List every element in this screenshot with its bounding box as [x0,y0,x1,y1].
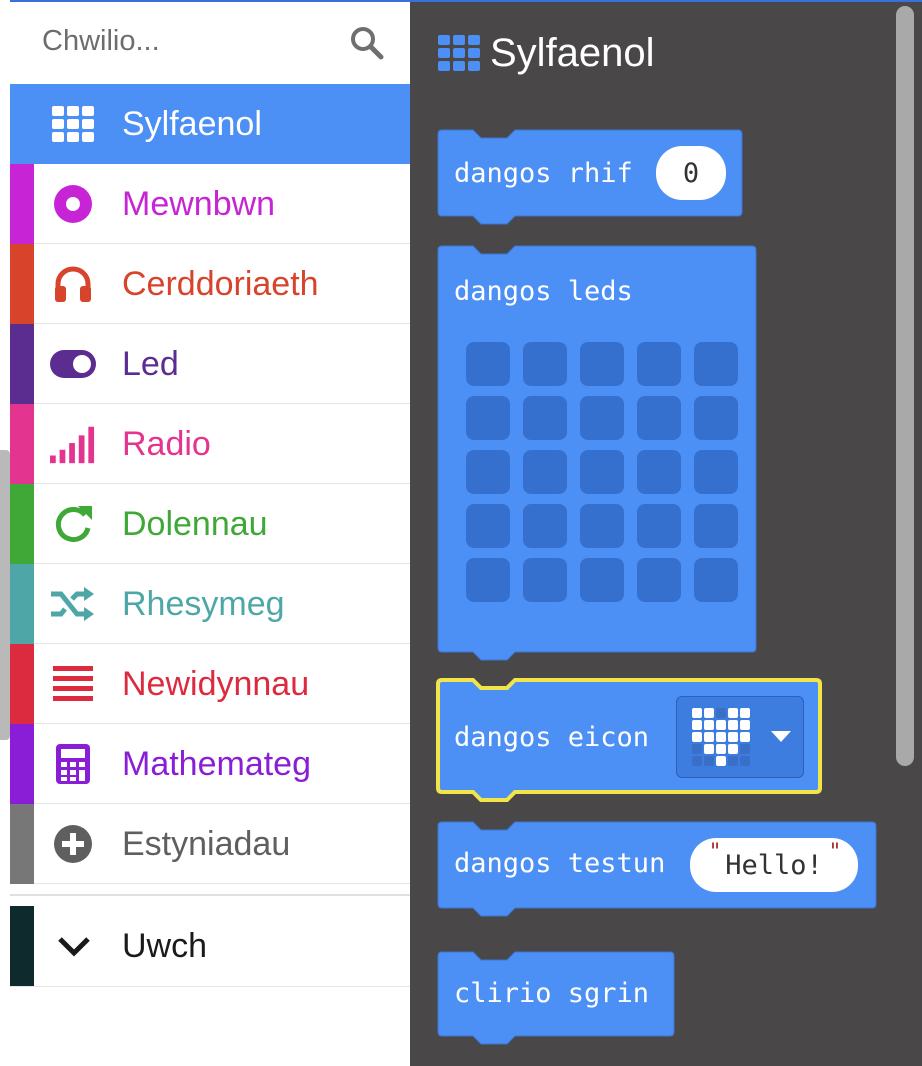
led-cell[interactable] [523,450,567,494]
grid-icon [438,35,480,71]
search-icon[interactable] [350,26,384,60]
category-color-bar [10,244,34,324]
category-label: Sylfaenol [122,105,262,143]
flyout-scrollbar[interactable] [896,6,914,766]
category-label: Cerddoriaeth [122,265,319,303]
open-quote-icon: " [710,840,721,865]
list-lines-icon [50,663,96,705]
block-label: dangos testun [454,848,666,879]
category-mathemateg[interactable]: Mathemateg [10,724,410,804]
block-show-icon[interactable]: dangos eicon [436,678,822,802]
category-estyniadau[interactable]: Estyniadau [10,804,410,884]
led-cell[interactable] [637,396,681,440]
led-cell[interactable] [694,450,738,494]
flyout-title: Sylfaenol [490,30,655,75]
category-label: Newidynnau [122,665,310,703]
category-led[interactable]: Led [10,324,410,404]
category-sylfaenol[interactable]: Sylfaenol [10,84,410,164]
search-input[interactable] [28,16,352,66]
led-cell[interactable] [466,504,510,548]
heart-icon [692,708,750,766]
refresh-icon [50,503,96,545]
toolbox-sidebar: Sylfaenol Mewnbwn Cerddoriaeth Led [10,2,410,1066]
led-cell[interactable] [580,396,624,440]
category-newidynnau[interactable]: Newidynnau [10,644,410,724]
shuffle-icon [50,583,96,625]
category-color-bar [10,906,34,986]
led-cell[interactable] [580,558,624,602]
led-cell[interactable] [580,342,624,386]
led-cell[interactable] [637,450,681,494]
category-label: Led [122,345,179,383]
text-input-value: Hello! [725,849,823,881]
category-color-bar [10,404,34,484]
block-label: dangos leds [454,276,633,307]
category-color-bar [10,164,34,244]
flyout-header: Sylfaenol [438,30,655,76]
category-label: Uwch [122,927,208,965]
led-cell[interactable] [637,558,681,602]
headphones-icon [50,263,96,305]
block-label: dangos rhif [454,158,633,189]
led-cell[interactable] [694,342,738,386]
led-cell[interactable] [466,450,510,494]
category-color-bar [10,644,34,724]
category-uwch[interactable]: Uwch [10,906,410,987]
toolbox-separator [10,894,410,896]
category-label: Estyniadau [122,825,291,863]
led-cell[interactable] [466,558,510,602]
calculator-icon [50,743,96,785]
signal-bars-icon [50,423,96,465]
led-cell[interactable] [694,396,738,440]
block-label: clirio sgrin [454,978,650,1009]
led-cell[interactable] [580,504,624,548]
close-quote-icon: " [829,840,840,865]
blocks-flyout: Sylfaenol dangos rhif 0 dangos leds dang… [410,2,922,1066]
led-cell[interactable] [466,396,510,440]
radio-button-icon [50,183,96,225]
led-cell[interactable] [523,504,567,548]
block-label: dangos eicon [454,722,650,753]
plus-circle-icon [50,823,96,865]
block-show-string[interactable]: dangos testun " Hello! " [437,821,877,917]
led-cell[interactable] [637,342,681,386]
text-input[interactable]: " Hello! " [690,838,858,892]
category-label: Dolennau [122,505,268,543]
category-label: Rhesymeg [122,585,285,623]
grid-icon [50,103,96,145]
led-cell[interactable] [523,396,567,440]
number-input[interactable]: 0 [656,146,726,200]
category-color-bar [10,804,34,884]
search-bar [10,2,410,84]
category-mewnbwn[interactable]: Mewnbwn [10,164,410,244]
category-label: Mathemateg [122,745,311,783]
led-cell[interactable] [580,450,624,494]
led-cell[interactable] [523,558,567,602]
block-clear-screen[interactable]: clirio sgrin [437,951,675,1045]
led-cell[interactable] [694,558,738,602]
category-label: Mewnbwn [122,185,276,223]
icon-dropdown[interactable] [676,696,804,778]
led-cell[interactable] [637,504,681,548]
category-color-bar [10,484,34,564]
block-show-leds[interactable]: dangos leds [437,245,757,661]
dropdown-arrow-icon [771,731,791,742]
category-label: Radio [122,425,211,463]
category-cerddoriaeth[interactable]: Cerddoriaeth [10,244,410,324]
workspace-scroll-handle[interactable] [0,450,10,740]
category-rhesymeg[interactable]: Rhesymeg [10,564,410,644]
category-color-bar [10,564,34,644]
led-cell[interactable] [466,342,510,386]
led-cell[interactable] [523,342,567,386]
category-color-bar [10,324,34,404]
category-color-bar [10,724,34,804]
chevron-down-icon [58,937,90,957]
toggle-icon [50,343,96,385]
led-cell[interactable] [694,504,738,548]
block-show-number[interactable]: dangos rhif 0 [437,129,743,225]
category-radio[interactable]: Radio [10,404,410,484]
category-dolennau[interactable]: Dolennau [10,484,410,564]
